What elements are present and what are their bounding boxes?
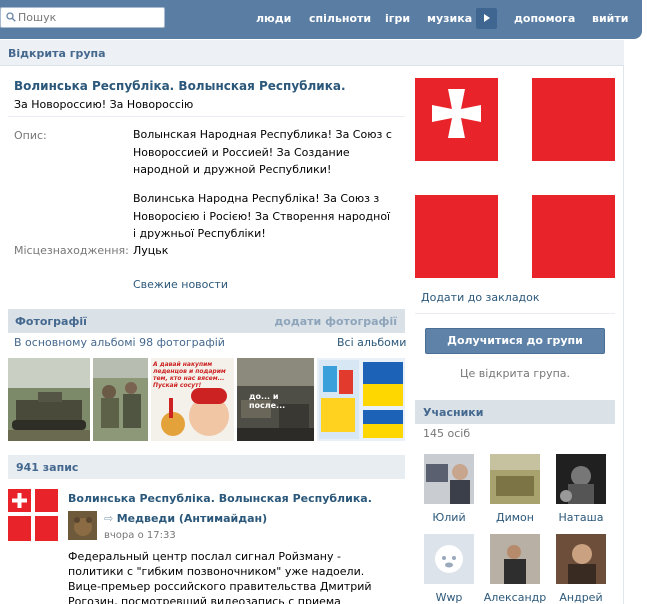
open-group-note: Це відкрита група. [459,367,571,380]
members-header: Учасники [415,400,615,424]
member-avatar[interactable] [424,454,474,504]
search-icon [6,12,16,22]
description-ua: Волинська Народна Республіка! За Союз з … [133,192,391,240]
records-count: 941 запис [16,461,79,474]
repost-source-name: Медведи (Антимайдан) [116,512,268,525]
nav-music[interactable]: музика [427,12,472,25]
location-label: Місцезнаходження: [14,244,129,257]
photo-thumb-before-after[interactable]: до... и после... [237,358,314,441]
breadcrumb: Відкрита група [0,40,624,66]
product-photo-image [317,358,405,441]
join-group-button[interactable]: Долучитися до групи [425,328,605,354]
member-name[interactable]: Андрей [546,591,616,604]
divider [415,313,615,314]
repost-icon: ⇨ [104,512,117,525]
nav-logout[interactable]: вийти [592,12,628,25]
description-label: Опис: [14,129,47,142]
photos-header: Фотографії додати фотографії [8,309,405,333]
member-name[interactable]: Юлий [414,511,484,524]
photo-thumb-soldiers[interactable] [93,358,148,441]
tank-photo-image [8,358,90,441]
group-title: Волинська Республіка. Волынская Республи… [14,79,346,93]
post-text: Федеральный центр послал сигнал Ройзману… [68,550,372,604]
post-author[interactable]: Волинська Республіка. Волынская Республи… [68,492,372,505]
post-avatar-flag[interactable] [8,489,58,541]
repost-source[interactable]: ⇨ Медведи (Антимайдан) [104,512,267,525]
members-count: 145 осіб [423,427,471,440]
location-value: Луцьк [133,244,169,257]
member-avatar[interactable] [490,454,540,504]
nav-games[interactable]: ігри [385,12,410,25]
add-bookmark-link[interactable]: Додати до закладок [421,291,540,304]
play-icon [484,14,490,22]
group-avatar-flag[interactable] [415,78,615,278]
news-link[interactable]: Свежие новости [133,278,228,291]
search-placeholder: Пошук [18,11,57,24]
photo-thumb-masha[interactable]: А давай накупим леденцов и подарим тем, … [151,358,234,441]
group-status: За Новороссию! За Новороссію [14,98,194,111]
photo-thumb-caption: А давай накупим леденцов и подарим тем, … [153,361,226,389]
repost-time[interactable]: вчора о 17:33 [104,530,176,541]
member-name[interactable]: Александр [480,591,550,604]
repost-avatar[interactable] [68,511,97,540]
member-name[interactable]: Wwp [414,591,484,604]
music-play-button[interactable] [476,8,497,29]
photo-thumb-bref[interactable] [317,358,405,441]
photo-thumb-caption: до... и после... [249,392,286,410]
member-avatar[interactable] [490,534,540,584]
photo-thumb-tank[interactable] [8,358,90,441]
member-name[interactable]: Наташа [546,511,616,524]
photos-title[interactable]: Фотографії [15,315,87,328]
divider [8,116,405,117]
nav-people[interactable]: люди [256,12,291,25]
all-albums-link[interactable]: Всі альбоми [337,336,406,349]
nav-communities[interactable]: спільноти [309,12,371,25]
breadcrumb-label: Відкрита група [8,47,106,60]
records-header: 941 запис [8,455,405,479]
member-avatar[interactable] [556,454,606,504]
nav-help[interactable]: допомога [514,12,575,25]
description-ru: Волынская Народная Республика! За Союз с… [133,128,392,176]
member-name[interactable]: Димон [480,511,550,524]
add-photos-link[interactable]: додати фотографії [274,315,397,328]
member-avatar[interactable] [556,534,606,584]
soldiers-photo-image [93,358,148,441]
member-avatar-placeholder[interactable] [424,534,474,584]
photos-meta: В основному альбомі 98 фотографій [14,336,225,349]
members-title[interactable]: Учасники [423,406,483,419]
search-input[interactable]: Пошук [0,7,165,28]
